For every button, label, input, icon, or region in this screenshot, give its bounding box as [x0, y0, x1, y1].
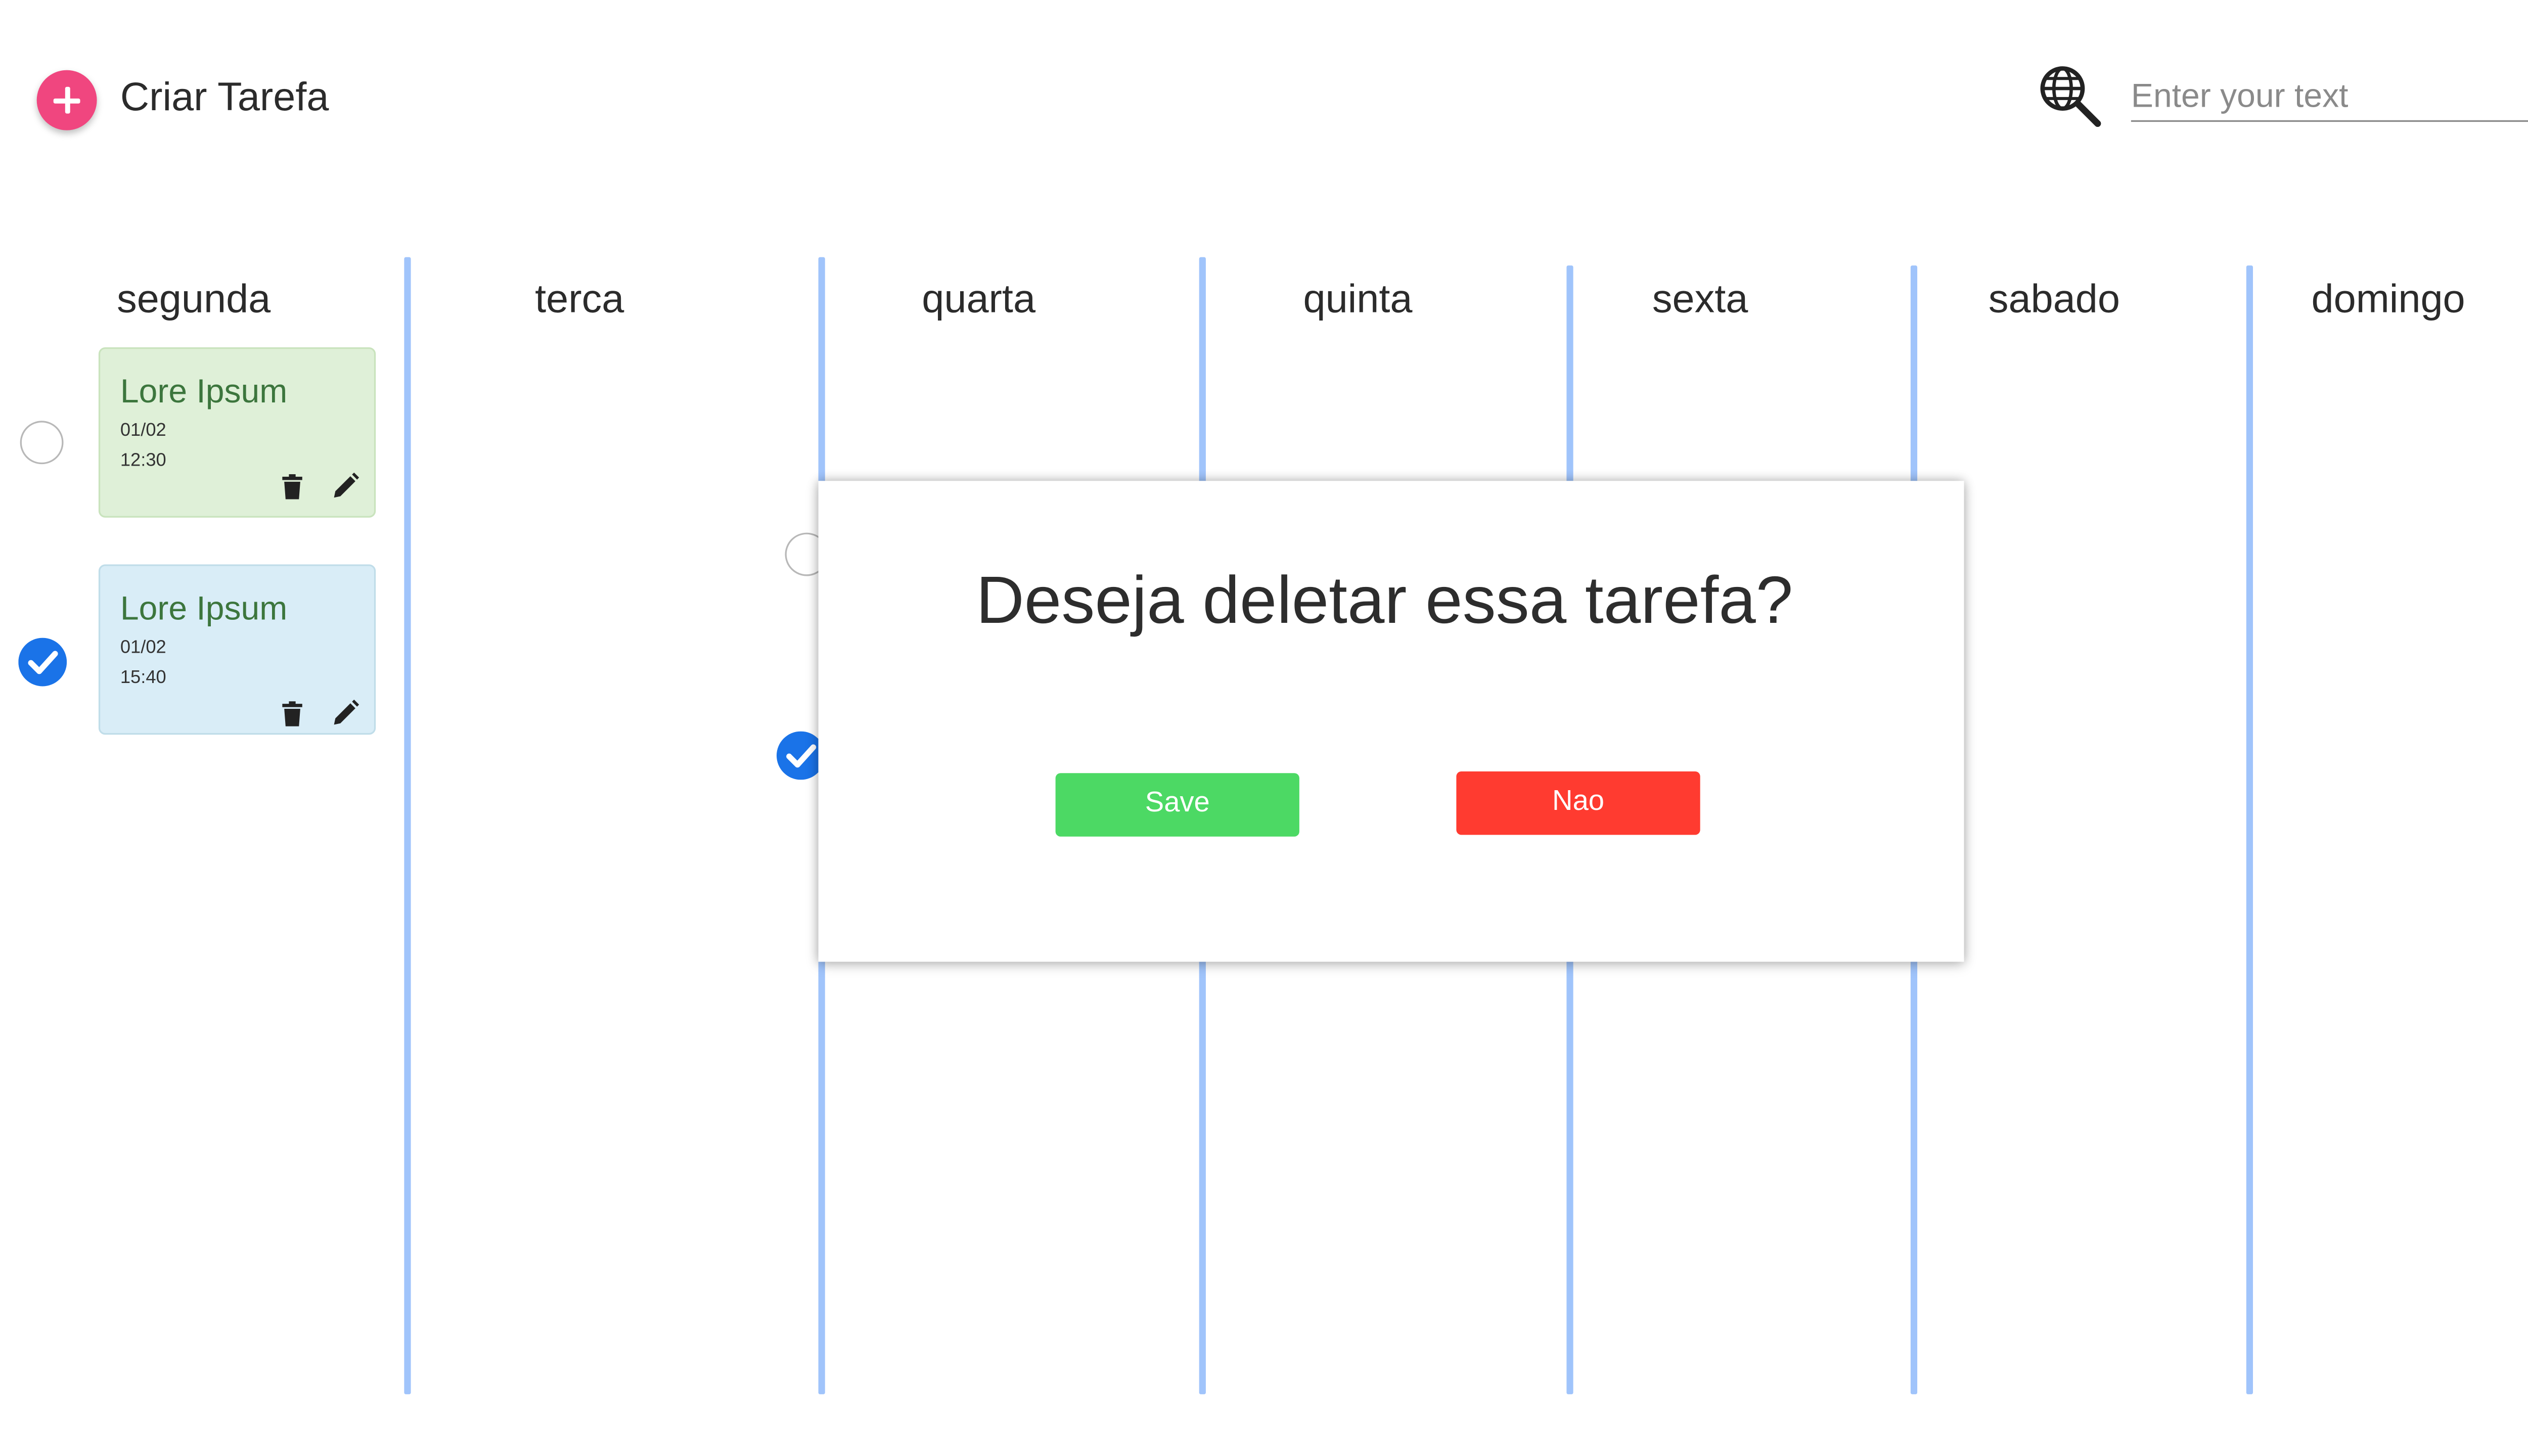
- create-task-button[interactable]: [36, 70, 97, 130]
- day-label-segunda: segunda: [117, 277, 271, 323]
- task-title: Lore Ipsum: [120, 591, 288, 628]
- save-button[interactable]: Save: [1055, 773, 1299, 837]
- app-window: Criar Tarefa segunda terca quarta quinta…: [0, 0, 2528, 1456]
- globe-search-icon[interactable]: [2038, 64, 2104, 130]
- day-label-terca: terca: [535, 277, 624, 323]
- task-date: 01/02: [120, 638, 166, 658]
- task-complete-checkbox[interactable]: [776, 731, 825, 780]
- task-complete-checkbox[interactable]: [20, 421, 64, 465]
- task-time: 15:40: [120, 668, 166, 688]
- pencil-icon[interactable]: [332, 472, 359, 499]
- task-time: 12:30: [120, 450, 166, 471]
- day-label-sexta: sexta: [1652, 277, 1748, 323]
- create-task-label[interactable]: Criar Tarefa: [120, 75, 329, 122]
- column-divider: [2246, 265, 2253, 1394]
- day-label-sabado: sabado: [1988, 277, 2120, 323]
- pencil-icon[interactable]: [332, 699, 359, 726]
- column-divider: [404, 257, 411, 1394]
- task-title: Lore Ipsum: [120, 374, 288, 411]
- task-complete-checkbox[interactable]: [18, 638, 67, 687]
- day-label-quinta: quinta: [1303, 277, 1413, 323]
- task-card[interactable]: Lore Ipsum 01/02 12:30: [98, 347, 376, 518]
- task-date: 01/02: [120, 421, 166, 441]
- cancel-button[interactable]: Nao: [1456, 771, 1700, 835]
- delete-confirm-dialog: Deseja deletar essa tarefa? Save Nao: [818, 481, 1964, 962]
- day-label-domingo: domingo: [2311, 277, 2465, 323]
- dialog-question: Deseja deletar essa tarefa?: [976, 564, 1793, 638]
- trash-icon[interactable]: [282, 474, 302, 499]
- trash-icon[interactable]: [282, 701, 302, 726]
- task-card[interactable]: Lore Ipsum 01/02 15:40: [98, 564, 376, 735]
- day-label-quarta: quarta: [922, 277, 1036, 323]
- search-input[interactable]: [2131, 73, 2528, 122]
